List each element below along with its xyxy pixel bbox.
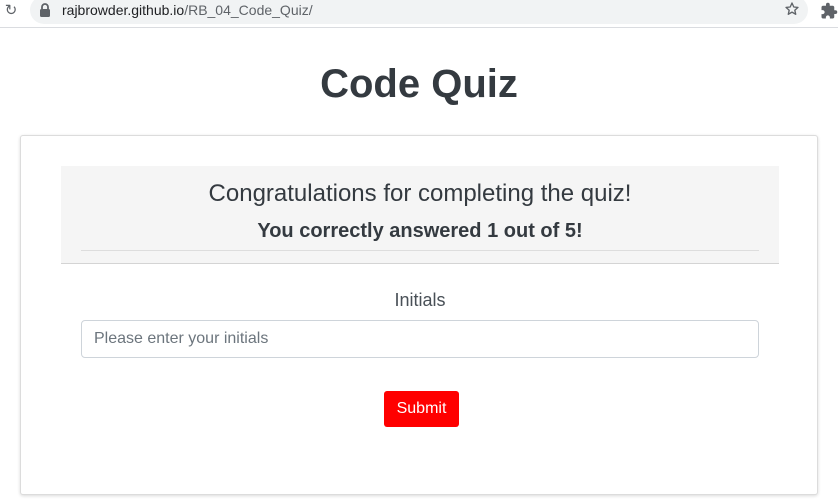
initials-input[interactable] [81,320,759,358]
url-path: /RB_04_Code_Quiz/ [184,2,313,18]
result-panel: Congratulations for completing the quiz!… [61,166,779,264]
star-icon[interactable] [784,1,800,17]
submit-button[interactable]: Submit [384,391,459,427]
divider [81,250,759,251]
score-text: You correctly answered 1 out of 5! [257,220,583,242]
address-bar[interactable]: rajbrowder.github.io/RB_04_Code_Quiz/ [30,0,808,24]
url-text: rajbrowder.github.io/RB_04_Code_Quiz/ [62,2,313,18]
reload-icon[interactable]: ↻ [2,2,20,20]
extensions-icon[interactable] [820,2,838,20]
page-title: Code Quiz [320,62,518,106]
lock-icon [40,3,50,17]
browser-toolbar: ↻ rajbrowder.github.io/RB_04_Code_Quiz/ [0,0,838,28]
congratulations-heading: Congratulations for completing the quiz! [208,180,632,207]
quiz-card: Congratulations for completing the quiz!… [20,135,818,495]
initials-label: Initials [394,290,446,310]
url-host: rajbrowder.github.io [62,2,185,18]
